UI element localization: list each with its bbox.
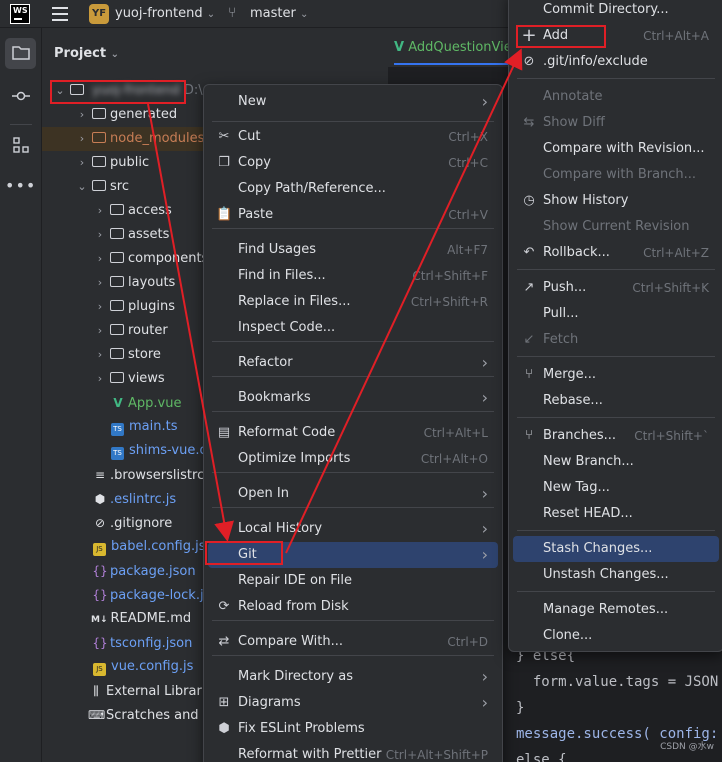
watermark: CSDN @水w [660, 742, 714, 752]
arrow-root-to-git [147, 103, 234, 542]
annotation-arrows [147, 48, 523, 554]
arrow-git-to-add [285, 48, 523, 554]
